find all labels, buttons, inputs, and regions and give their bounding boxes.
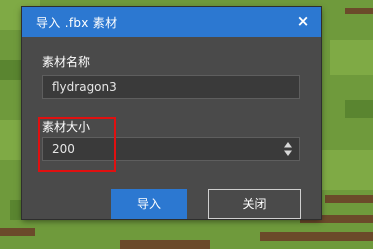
asset-name-label: 素材名称	[42, 55, 91, 69]
import-button[interactable]: 导入	[111, 189, 187, 219]
asset-name-input[interactable]: flydragon3	[42, 75, 300, 99]
import-fbx-dialog: 导入 .fbx 素材 × 素材名称 flydragon3 素材大小 200 导入…	[22, 7, 321, 219]
red-highlight-box	[38, 117, 116, 172]
dialog-title: 导入 .fbx 素材	[36, 16, 118, 30]
asset-name-value: flydragon3	[52, 80, 117, 94]
close-button[interactable]: 关闭	[208, 189, 301, 219]
dialog-title-bar: 导入 .fbx 素材 ×	[22, 7, 321, 37]
updown-arrows-icon[interactable]	[283, 141, 293, 157]
close-icon[interactable]: ×	[295, 12, 311, 30]
